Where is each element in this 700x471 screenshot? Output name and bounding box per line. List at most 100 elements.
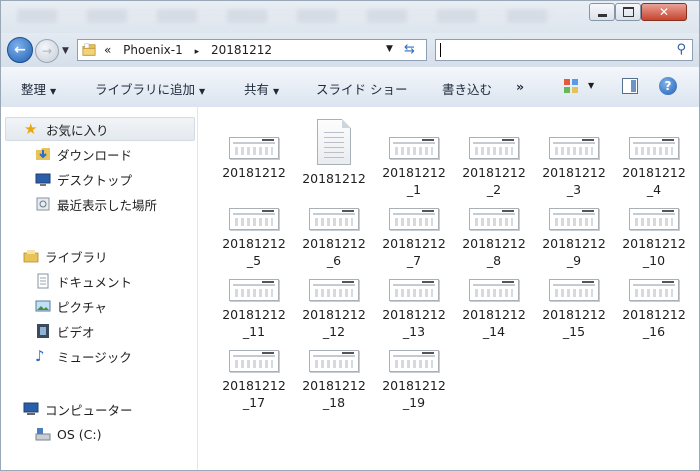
- command-bar: 整理 ▼ ライブラリに追加 ▼ 共有 ▼ スライド ショー 書き込む » ▼ ?: [1, 67, 699, 108]
- help-icon[interactable]: ?: [659, 77, 677, 95]
- file-name-line1: 20181212: [382, 236, 446, 251]
- slideshow-label: スライド ショー: [316, 82, 408, 97]
- sidebar-item-libraries[interactable]: ライブラリ: [23, 244, 108, 268]
- sidebar-item-label: OS (C:): [57, 426, 102, 442]
- file-name-line2: _1: [406, 182, 422, 197]
- sidebar-item-computer[interactable]: コンピューター: [23, 397, 133, 421]
- file-item[interactable]: 20181212 _16: [614, 279, 694, 340]
- breadcrumb-item-20181212[interactable]: 20181212: [211, 43, 272, 57]
- share-button[interactable]: 共有 ▼: [244, 79, 279, 98]
- file-name: 20181212 _17: [214, 377, 294, 411]
- file-name-line2: _15: [562, 324, 586, 339]
- sidebar-item-favorites[interactable]: ★ お気に入り: [5, 117, 195, 141]
- file-name: 20181212 _8: [454, 235, 534, 269]
- sidebar-item-label: コンピューター: [45, 402, 133, 418]
- chevron-down-icon: ▼: [50, 87, 57, 96]
- file-name-line2: _16: [642, 324, 666, 339]
- file-item[interactable]: 20181212 _3: [534, 137, 614, 198]
- sidebar-item-label: 最近表示した場所: [57, 197, 158, 213]
- file-item[interactable]: 20181212 _12: [294, 279, 374, 340]
- refresh-icon[interactable]: ⇆: [404, 42, 415, 57]
- file-name: 20181212 _3: [534, 164, 614, 198]
- file-name-line1: 20181212: [542, 307, 606, 322]
- file-item[interactable]: 20181212 _15: [534, 279, 614, 340]
- search-icon[interactable]: ⚲: [676, 42, 686, 57]
- file-name-line1: 20181212: [302, 236, 366, 251]
- change-view-icon[interactable]: [563, 78, 579, 94]
- sidebar-item-label: ミュージック: [57, 349, 132, 365]
- file-item[interactable]: 20181212 _13: [374, 279, 454, 340]
- file-name: 20181212 _1: [374, 164, 454, 198]
- sidebar-item-os-drive[interactable]: OS (C:): [35, 422, 101, 446]
- documents-icon: [37, 273, 49, 289]
- file-name-line1: 20181212: [302, 307, 366, 322]
- sidebar-item-downloads[interactable]: ダウンロード: [35, 142, 132, 166]
- file-item[interactable]: 20181212 _11: [214, 279, 294, 340]
- minimize-button[interactable]: [589, 3, 615, 21]
- sidebar-item-music[interactable]: ♪ ミュージック: [35, 344, 132, 368]
- breadcrumb-item-phoenix[interactable]: Phoenix-1: [123, 43, 183, 57]
- file-item[interactable]: 20181212: [294, 119, 374, 187]
- file-item[interactable]: 20181212 _19: [374, 350, 454, 411]
- sidebar-item-label: ビデオ: [57, 324, 95, 340]
- sidebar-item-label: デスクトップ: [57, 172, 133, 188]
- back-arrow-icon: ←: [14, 42, 26, 58]
- sidebar-item-desktop[interactable]: デスクトップ: [35, 167, 132, 191]
- view-dropdown-icon[interactable]: ▼: [588, 81, 594, 90]
- title-bar: ✕: [1, 1, 699, 33]
- burn-button[interactable]: 書き込む: [442, 79, 492, 98]
- sidebar-item-documents[interactable]: ドキュメント: [35, 269, 132, 293]
- text-caret: [440, 43, 441, 57]
- desktop-icon: [35, 173, 51, 186]
- sidebar-item-pictures[interactable]: ピクチャ: [35, 294, 107, 318]
- file-name: 20181212 _2: [454, 164, 534, 198]
- file-item[interactable]: 20181212 _2: [454, 137, 534, 198]
- minimize-icon: [590, 4, 614, 20]
- file-item[interactable]: 20181212 _4: [614, 137, 694, 198]
- file-item[interactable]: 20181212 _18: [294, 350, 374, 411]
- organize-button[interactable]: 整理 ▼: [21, 79, 56, 98]
- search-input[interactable]: ⚲: [435, 39, 693, 61]
- file-name-line1: 20181212: [462, 307, 526, 322]
- file-item[interactable]: 20181212 _9: [534, 208, 614, 269]
- videos-icon: [37, 324, 49, 338]
- file-item[interactable]: 20181212: [214, 137, 294, 181]
- address-dropdown-icon[interactable]: ▼: [386, 44, 393, 54]
- file-name-line2: _18: [322, 395, 346, 410]
- file-item[interactable]: 20181212 _7: [374, 208, 454, 269]
- breadcrumb-overflow[interactable]: «: [104, 43, 111, 57]
- sidebar-item-videos[interactable]: ビデオ: [35, 319, 95, 343]
- maximize-button[interactable]: [615, 3, 641, 21]
- slideshow-button[interactable]: スライド ショー: [316, 79, 407, 98]
- recent-places-icon: [36, 197, 50, 211]
- preview-pane-icon[interactable]: [622, 78, 638, 94]
- back-button[interactable]: ←: [7, 37, 33, 63]
- file-name-line1: 20181212: [462, 236, 526, 251]
- sidebar-item-recent-places[interactable]: 最近表示した場所: [35, 192, 157, 216]
- file-item[interactable]: 20181212 _14: [454, 279, 534, 340]
- navigation-pane: ★ お気に入り ダウンロード デスクトップ 最近表示した場所 ライブラリ ドキュ…: [1, 107, 198, 470]
- image-thumbnail-icon: [389, 350, 439, 372]
- file-item[interactable]: 20181212 _10: [614, 208, 694, 269]
- recent-pages-dropdown[interactable]: ▼: [62, 46, 69, 56]
- breadcrumb-separator[interactable]: ▸: [195, 47, 200, 57]
- sidebar-item-label: お気に入り: [46, 122, 109, 138]
- file-name: 20181212 _9: [534, 235, 614, 269]
- more-commands-button[interactable]: »: [516, 79, 524, 94]
- address-bar[interactable]: « Phoenix-1 ▸ 20181212 ▼ ⇆: [77, 39, 427, 61]
- file-name: 20181212 _12: [294, 306, 374, 340]
- file-item[interactable]: 20181212 _17: [214, 350, 294, 411]
- forward-button[interactable]: →: [35, 39, 59, 63]
- file-item[interactable]: 20181212 _8: [454, 208, 534, 269]
- more-commands-label: »: [516, 79, 525, 94]
- close-button[interactable]: ✕: [641, 3, 687, 21]
- file-name-line2: _12: [322, 324, 346, 339]
- file-item[interactable]: 20181212 _1: [374, 137, 454, 198]
- file-item[interactable]: 20181212 _6: [294, 208, 374, 269]
- image-thumbnail-icon: [229, 279, 279, 301]
- burn-label: 書き込む: [442, 82, 493, 97]
- organize-label: 整理: [21, 82, 47, 97]
- add-to-library-button[interactable]: ライブラリに追加 ▼: [95, 79, 205, 98]
- image-thumbnail-icon: [549, 279, 599, 301]
- file-item[interactable]: 20181212 _5: [214, 208, 294, 269]
